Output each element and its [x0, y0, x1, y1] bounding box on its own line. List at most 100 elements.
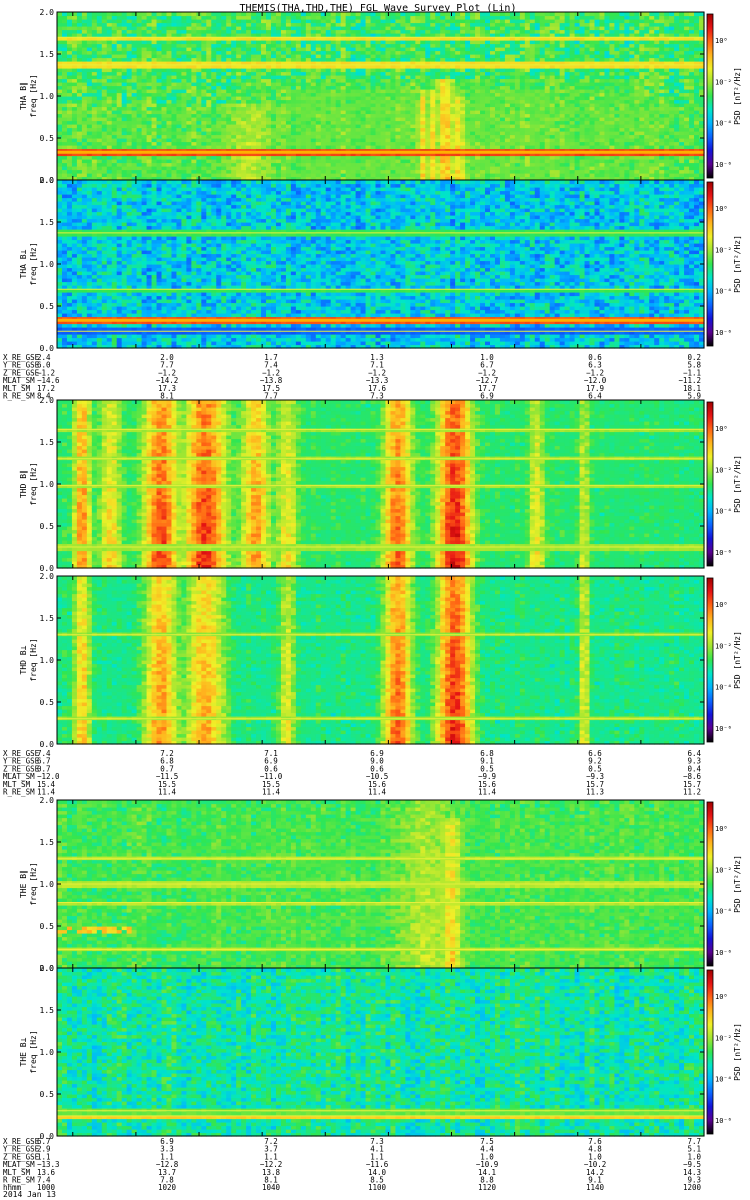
heatmap-cell	[102, 72, 108, 76]
heatmap-cell	[545, 89, 551, 93]
heatmap-cell	[495, 142, 501, 146]
heatmap-cell	[191, 103, 197, 107]
heatmap-cell	[311, 75, 317, 79]
heatmap-cell	[525, 51, 531, 55]
heatmap-cell	[425, 166, 431, 170]
heatmap-cell	[166, 75, 172, 79]
heatmap-cell	[306, 96, 312, 100]
heatmap-cell	[430, 142, 436, 146]
heatmap-cell	[555, 156, 561, 160]
heatmap-cell	[371, 173, 377, 177]
heatmap-cell	[485, 142, 491, 146]
heatmap-cell	[356, 173, 362, 177]
heatmap-cell	[276, 142, 282, 146]
heatmap-cell	[57, 159, 63, 163]
heatmap-cell	[171, 124, 177, 128]
heatmap-cell	[361, 114, 367, 118]
heatmap-cell	[321, 75, 327, 79]
heatmap-cell	[117, 89, 123, 93]
heatmap-cell	[112, 44, 118, 48]
heatmap-cell	[520, 103, 526, 107]
heatmap-cell	[545, 33, 551, 37]
heatmap-cell	[510, 163, 516, 167]
heatmap-cell	[381, 114, 387, 118]
heatmap-cell	[132, 114, 138, 118]
heatmap-cell	[331, 166, 337, 170]
heatmap-cell	[395, 135, 401, 139]
heatmap-cell	[112, 100, 118, 104]
heatmap-cell	[535, 47, 541, 51]
heatmap-cell	[226, 107, 232, 111]
heatmap-cell	[241, 96, 247, 100]
heatmap-cell	[261, 145, 267, 149]
heatmap-cell	[520, 89, 526, 93]
heatmap-cell	[500, 103, 506, 107]
heatmap-cell	[395, 163, 401, 167]
heatmap-cell	[385, 124, 391, 128]
heatmap-cell	[361, 54, 367, 58]
heatmap-cell	[261, 159, 267, 163]
heatmap-cell	[256, 131, 262, 135]
heatmap-cell	[385, 163, 391, 167]
heatmap-cell	[286, 114, 292, 118]
heatmap-cell	[276, 23, 282, 27]
heatmap-cell	[361, 58, 367, 62]
heatmap-cell	[196, 33, 202, 37]
heatmap-cell	[480, 173, 486, 177]
heatmap-cell	[181, 86, 187, 90]
heatmap-cell	[400, 96, 406, 100]
heatmap-cell	[430, 86, 436, 90]
heatmap-cell	[281, 26, 287, 30]
heatmap-cell	[540, 135, 546, 139]
heatmap-cell	[67, 16, 73, 20]
heatmap-cell	[390, 117, 396, 121]
heatmap-cell	[87, 163, 93, 167]
heatmap-cell	[166, 96, 172, 100]
heatmap-cell	[490, 163, 496, 167]
heatmap-cell	[162, 166, 168, 170]
heatmap-cell	[525, 82, 531, 86]
heatmap-cell	[570, 54, 576, 58]
heatmap-cell	[560, 170, 566, 174]
heatmap-cell	[341, 93, 347, 97]
heatmap-cell	[291, 44, 297, 48]
heatmap-cell	[371, 26, 377, 30]
heatmap-cell	[162, 89, 168, 93]
heatmap-cell	[246, 166, 252, 170]
heatmap-cell	[465, 16, 471, 20]
heatmap-cell	[206, 170, 212, 174]
heatmap-cell	[176, 23, 182, 27]
heatmap-cell	[186, 142, 192, 146]
heatmap-cell	[92, 103, 98, 107]
heatmap-cell	[550, 44, 556, 48]
heatmap-cell	[326, 82, 332, 86]
heatmap-cell	[510, 23, 516, 27]
heatmap-cell	[186, 86, 192, 90]
heatmap-cell	[555, 117, 561, 121]
heatmap-cell	[72, 44, 78, 48]
heatmap-cell	[480, 89, 486, 93]
heatmap-cell	[142, 159, 148, 163]
heatmap-cell	[450, 110, 456, 114]
heatmap-cell	[186, 117, 192, 121]
heatmap-cell	[296, 166, 302, 170]
heatmap-cell	[127, 128, 133, 132]
heatmap-cell	[400, 138, 406, 142]
heatmap-cell	[415, 82, 421, 86]
heatmap-cell	[341, 145, 347, 149]
heatmap-cell	[181, 51, 187, 55]
heatmap-cell	[236, 75, 242, 79]
heatmap-cell	[157, 54, 163, 58]
heatmap-cell	[356, 30, 362, 34]
heatmap-cell	[82, 138, 88, 142]
heatmap-cell	[510, 58, 516, 62]
heatmap-cell	[276, 51, 282, 55]
heatmap-cell	[366, 163, 372, 167]
heatmap-cell	[142, 51, 148, 55]
heatmap-cell	[291, 121, 297, 125]
heatmap-cell	[366, 121, 372, 125]
heatmap-cell	[495, 40, 501, 44]
heatmap-cell	[117, 145, 123, 149]
heatmap-cell	[560, 12, 566, 16]
heatmap-cell	[321, 131, 327, 135]
